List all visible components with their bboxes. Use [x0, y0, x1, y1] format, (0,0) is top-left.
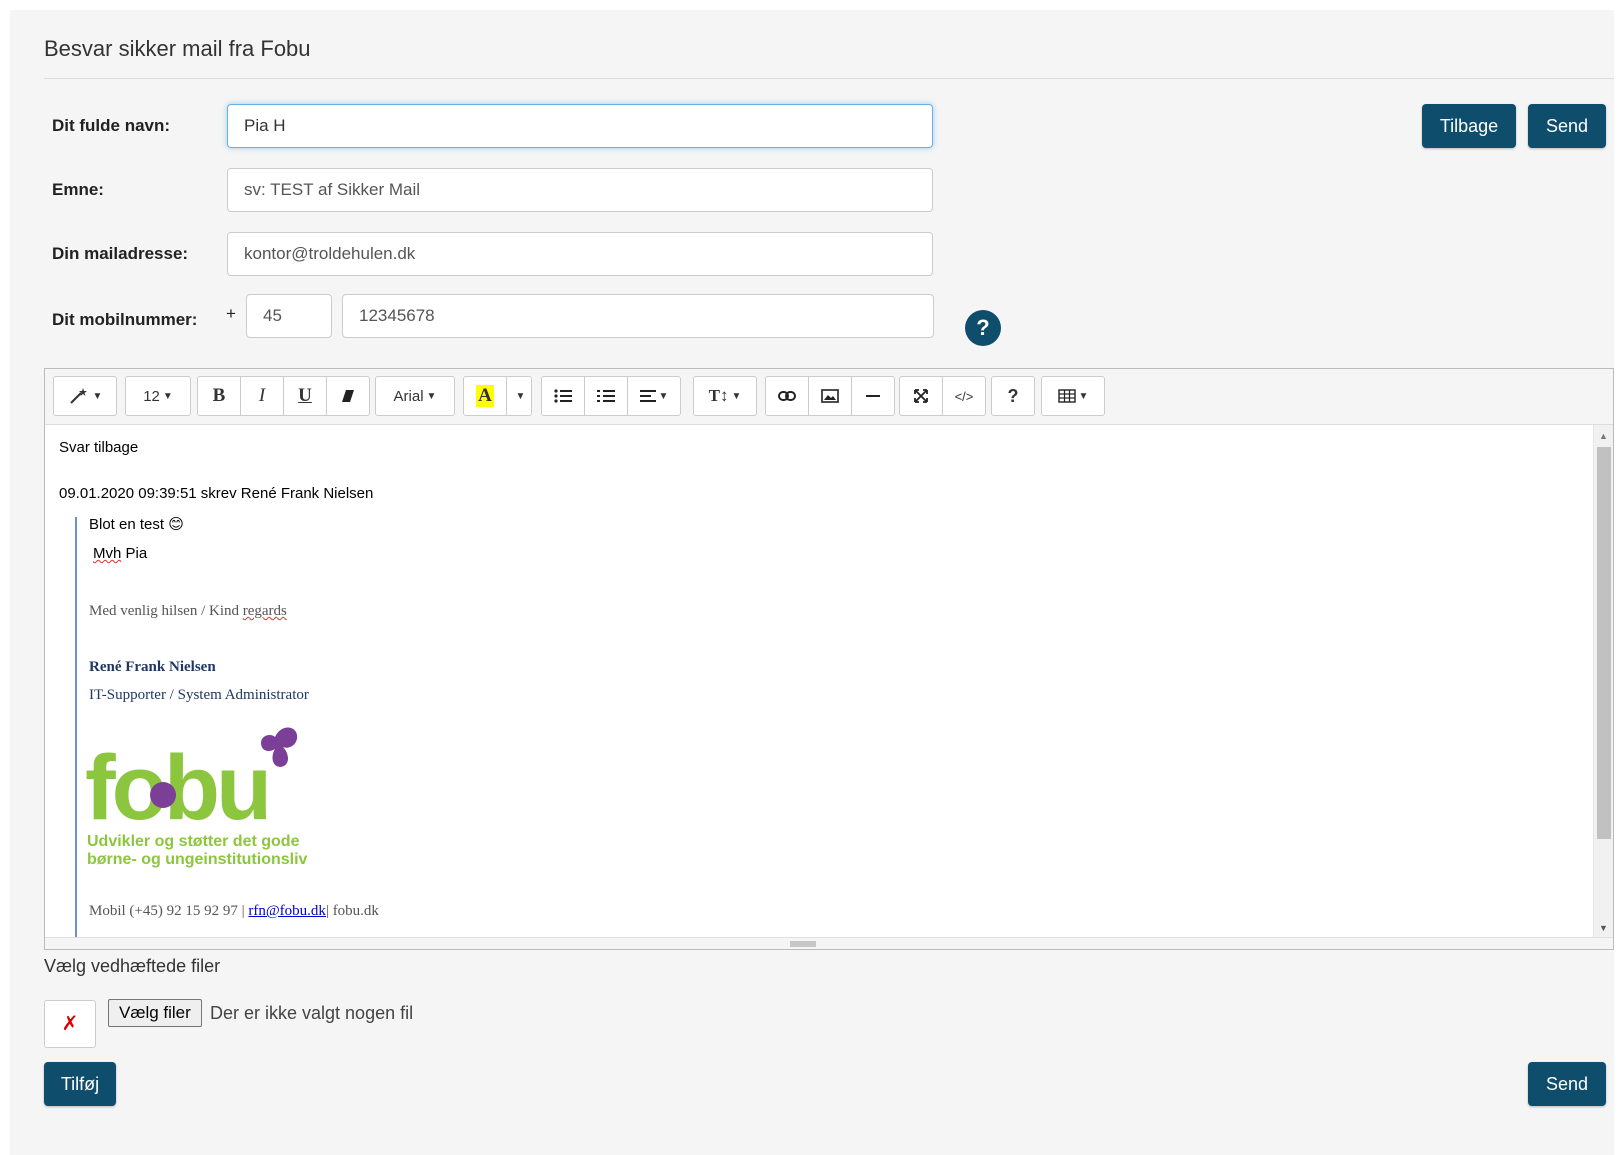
font-size-dropdown[interactable]: 12 ▼ [125, 376, 191, 416]
page-title: Besvar sikker mail fra Fobu [44, 36, 311, 61]
editor-resize-handle[interactable] [45, 937, 1613, 949]
subject-label: Emne: [52, 180, 104, 199]
smiley-icon: 😊 [168, 516, 184, 533]
editor-content[interactable]: Svar tilbage 09.01.2020 09:39:51 skrev R… [45, 425, 1595, 939]
chevron-down-icon: ▼ [162, 390, 173, 402]
picture-icon [821, 389, 839, 403]
send-button-bottom[interactable]: Send [1528, 1062, 1606, 1106]
contact-web: | fobu.dk [325, 903, 379, 919]
regards-word: regards [242, 603, 287, 619]
chevron-down-icon: ▼ [731, 390, 742, 402]
logo-tagline: Udvikler og støtter det gode børne- og u… [87, 833, 307, 869]
align-dropdown-button[interactable]: ▼ [627, 376, 681, 416]
font-size-value: 12 [143, 387, 160, 405]
color-sample: A [476, 385, 494, 407]
insert-link-button[interactable] [765, 376, 809, 416]
fullscreen-button[interactable] [899, 376, 943, 416]
unordered-list-icon [554, 389, 572, 403]
quoted-message: Blot en test 😊 Mvh Pia Med venlig hilsen… [75, 515, 1475, 939]
mobile-plus-sign: + [226, 304, 236, 323]
add-button[interactable]: Tilføj [44, 1062, 116, 1106]
scroll-down-arrow-icon[interactable]: ▼ [1599, 923, 1608, 933]
align-icon [639, 390, 656, 402]
chevron-down-icon: ▼ [426, 390, 437, 402]
regards-line: Med venlig hilsen / Kind regards [89, 603, 287, 620]
clear-format-button[interactable] [326, 376, 370, 416]
font-family-dropdown[interactable]: Arial ▼ [375, 376, 455, 416]
ordered-list-button[interactable] [584, 376, 628, 416]
editor-help-button[interactable]: ? [991, 376, 1035, 416]
insert-picture-button[interactable] [808, 376, 852, 416]
table-icon [1057, 389, 1076, 403]
bold-button[interactable]: B [197, 376, 241, 416]
style-dropdown-button[interactable]: ▼ [53, 376, 117, 416]
signature-title: IT-Supporter / System Administrator [89, 687, 309, 703]
chevron-down-icon: ▼ [92, 390, 103, 402]
magic-wand-icon [69, 388, 87, 404]
tagline-line-1: Udvikler og støtter det gode [87, 833, 300, 850]
tagline-line-2: børne- og ungeinstitutionsliv [87, 851, 308, 868]
codeview-button[interactable]: </> [942, 376, 986, 416]
chevron-down-icon: ▼ [515, 390, 526, 402]
back-button[interactable]: Tilbage [1422, 104, 1516, 148]
unordered-list-button[interactable] [541, 376, 585, 416]
italic-button[interactable]: I [240, 376, 284, 416]
quoted-line-text: Blot en test [89, 516, 165, 533]
rich-text-editor: ▼ 12 ▼ B I U Arial ▼ A ▼ ▼ T↕ ▼ </> ? ▼ … [44, 368, 1614, 950]
reply-form-panel: Besvar sikker mail fra Fobu Dit fulde na… [10, 10, 1614, 1155]
attachments-label: Vælg vedhæftede filer [44, 956, 221, 976]
reply-text: Svar tilbage [59, 439, 139, 456]
mobile-prefix-input[interactable] [246, 294, 332, 338]
contact-line: Mobil (+45) 92 15 92 97 | rfn@fobu.dk| f… [89, 903, 379, 920]
title-divider [44, 78, 1614, 79]
color-dropdown-button[interactable]: ▼ [506, 376, 532, 416]
eraser-icon [342, 390, 354, 402]
font-family-value: Arial [393, 387, 424, 405]
underline-button[interactable]: U [283, 376, 327, 416]
chevron-down-icon: ▼ [658, 390, 669, 402]
email-label: Din mailadresse: [52, 244, 189, 263]
editor-toolbar: ▼ 12 ▼ B I U Arial ▼ A ▼ ▼ T↕ ▼ </> ? ▼ [45, 369, 1613, 425]
fobu-logo-text: fobu [85, 737, 268, 823]
subject-input[interactable] [227, 168, 933, 212]
horizontal-rule-button[interactable] [851, 376, 895, 416]
greeting-name: Pia [121, 545, 148, 562]
signature-name: René Frank Nielsen [89, 659, 216, 675]
ordered-list-icon [597, 390, 615, 402]
mobile-label: Dit mobilnummer: [52, 310, 198, 329]
editor-scrollbar[interactable]: ▲ ▼ [1593, 425, 1613, 939]
file-status-text: Der er ikke valgt nogen fil [210, 1003, 414, 1023]
scroll-up-arrow-icon[interactable]: ▲ [1599, 431, 1608, 441]
name-input[interactable] [227, 104, 933, 148]
greeting-line: Mvh Pia [93, 545, 147, 562]
quoted-line: Blot en test 😊 [89, 515, 184, 533]
scrollbar-thumb[interactable] [1597, 447, 1611, 839]
mobile-number-input[interactable] [342, 294, 934, 338]
contact-email-link[interactable]: rfn@fobu.dk [248, 903, 326, 919]
fullscreen-icon [914, 389, 928, 403]
text-color-button[interactable]: A [463, 376, 507, 416]
grip-icon [790, 941, 816, 947]
send-button-top[interactable]: Send [1528, 104, 1606, 148]
greeting-word: Mvh [93, 545, 122, 562]
line-height-symbol: T↕ [708, 386, 729, 405]
link-icon [778, 391, 796, 401]
mobile-help-icon[interactable]: ? [965, 310, 1001, 346]
contact-phone: Mobil (+45) 92 15 92 97 | [89, 903, 249, 919]
fobu-logo: fobu [85, 727, 298, 823]
email-input[interactable] [227, 232, 933, 276]
table-dropdown-button[interactable]: ▼ [1041, 376, 1105, 416]
line-height-dropdown[interactable]: T↕ ▼ [693, 376, 757, 416]
horizontal-rule-icon [866, 395, 880, 397]
remove-file-button[interactable]: ✗ [44, 1000, 96, 1048]
quote-header: 09.01.2020 09:39:51 skrev René Frank Nie… [59, 485, 374, 502]
chevron-down-icon: ▼ [1078, 390, 1089, 402]
name-label: Dit fulde navn: [52, 116, 171, 135]
choose-files-button[interactable]: Vælg filer [108, 999, 202, 1027]
regards-prefix: Med venlig hilsen / Kind [89, 603, 243, 619]
